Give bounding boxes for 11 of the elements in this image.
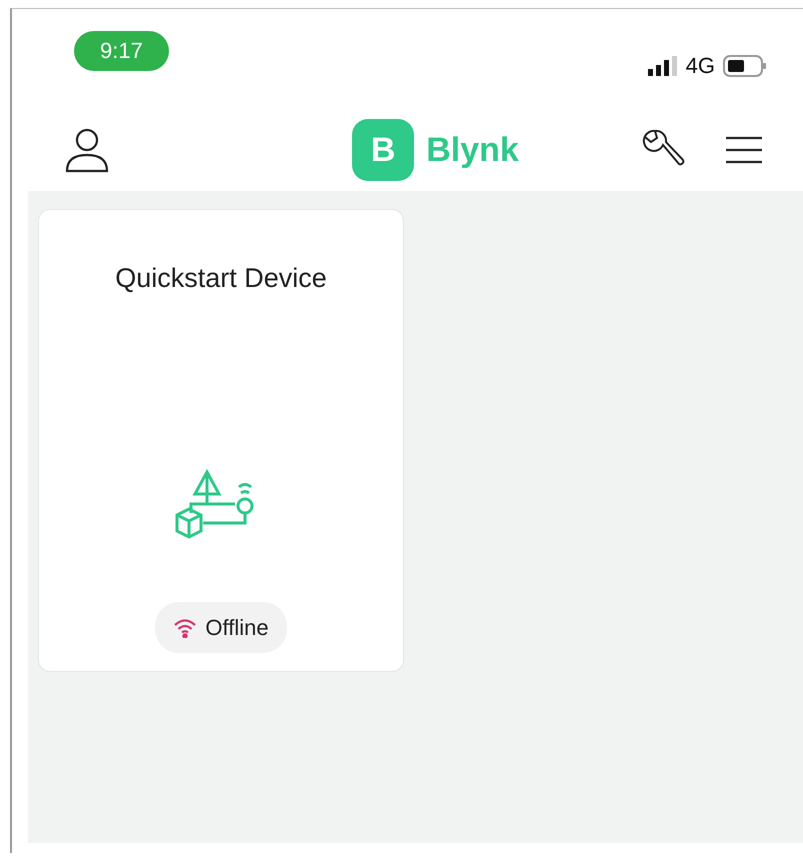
- app-name: Blynk: [426, 130, 519, 170]
- time-pill: 9:17: [74, 31, 169, 72]
- menu-icon[interactable]: [725, 135, 763, 165]
- battery-icon: [723, 54, 767, 76]
- profile-icon[interactable]: [64, 127, 110, 173]
- logo-icon: B: [352, 119, 414, 181]
- signal-icon: [648, 56, 678, 76]
- network-label: 4G: [686, 52, 715, 80]
- device-card[interactable]: Quickstart Device Offline: [38, 209, 404, 672]
- status-badge: Offline: [155, 602, 287, 653]
- device-name: Quickstart Device: [115, 262, 327, 295]
